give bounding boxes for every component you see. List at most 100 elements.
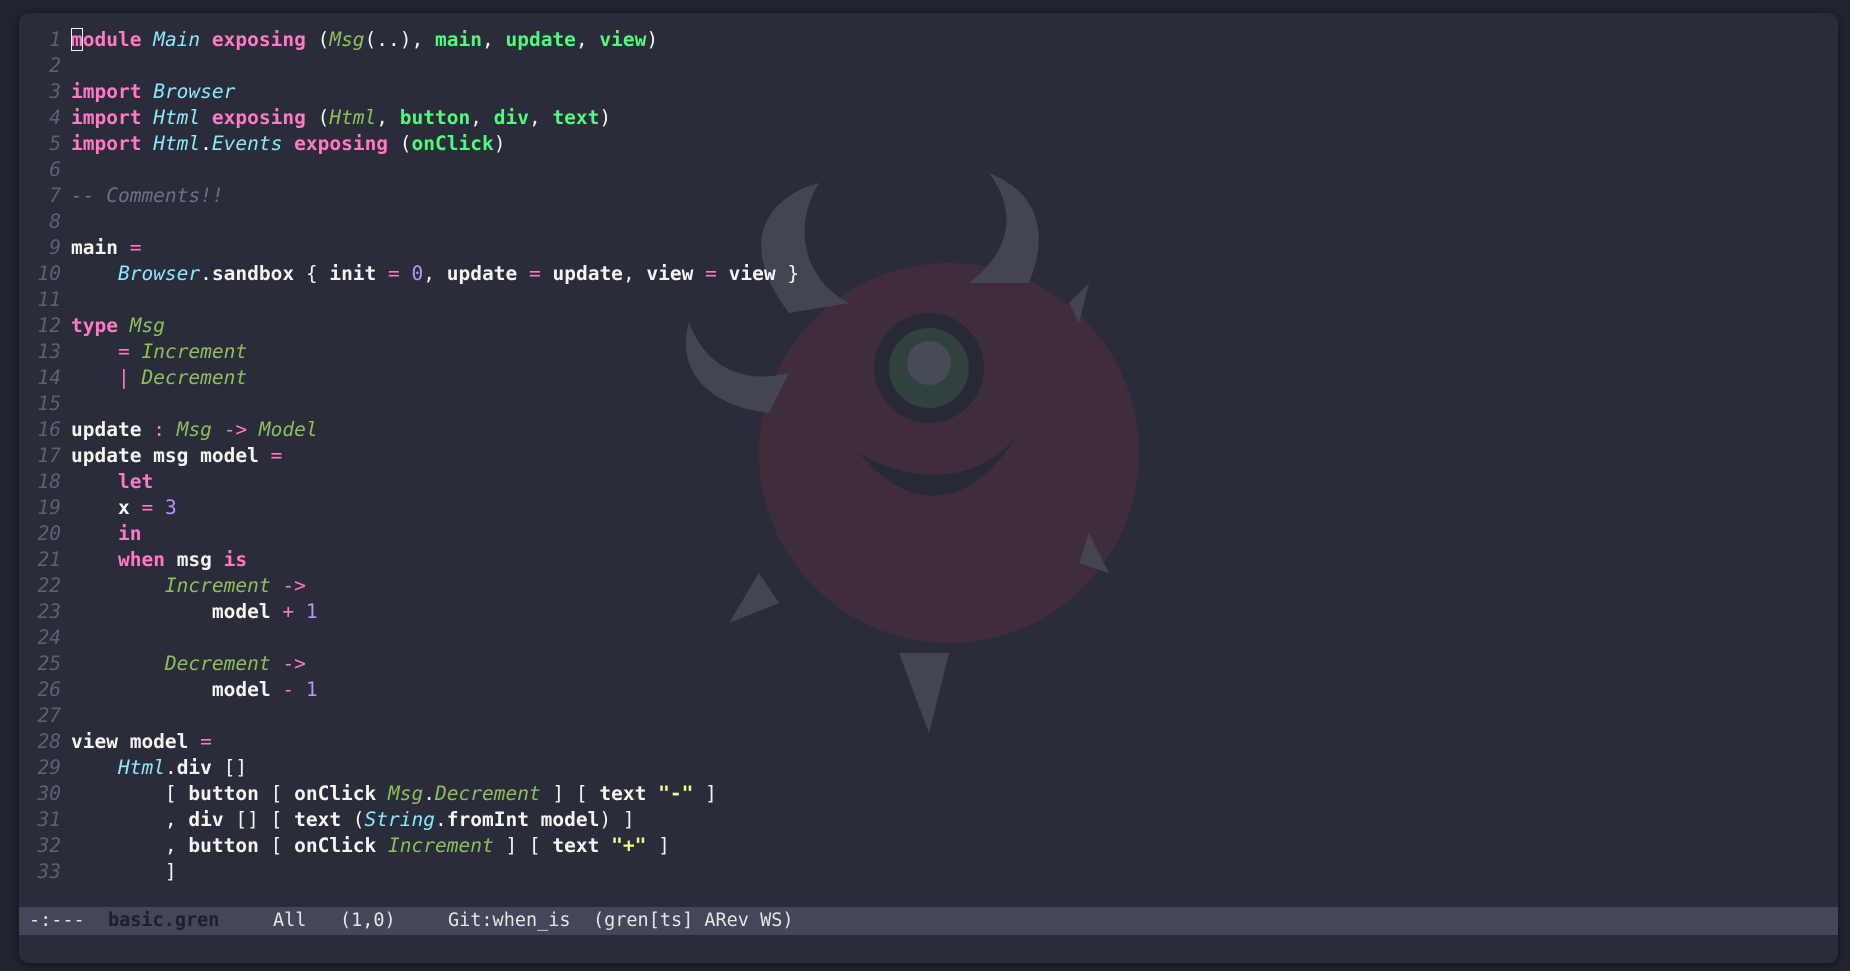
code-line[interactable]: 6 (19, 157, 799, 183)
code-token: model (211, 678, 271, 701)
code-token: , (481, 28, 506, 51)
code-line[interactable]: 13 = Increment (19, 339, 799, 365)
code-token: update (552, 262, 623, 285)
code-token: . (164, 756, 177, 779)
line-code: import Html.Events exposing (onClick) (71, 131, 505, 157)
code-line[interactable]: 17 update msg model = (19, 443, 799, 469)
code-line[interactable]: 26 model - 1 (19, 677, 799, 703)
line-number: 12 (37, 314, 61, 337)
code-line[interactable]: 14 | Decrement (19, 365, 799, 391)
code-line[interactable]: 11 (19, 287, 799, 313)
line-number: 4 (49, 106, 61, 129)
code-line[interactable]: 22 Increment -> (19, 573, 799, 599)
code-token: = (705, 262, 717, 285)
code-token: (..), (364, 28, 436, 51)
code-line[interactable]: 31 , div [] [ text (String.fromInt model… (19, 807, 799, 833)
line-number: 7 (49, 184, 61, 207)
code-line[interactable]: 21 when msg is (19, 547, 799, 573)
code-line[interactable]: 30 [ button [ onClick Msg.Decrement ] [ … (19, 781, 799, 807)
code-token: div (493, 106, 529, 129)
line-number: 13 (37, 340, 61, 363)
code-line[interactable]: 19 x = 3 (19, 495, 799, 521)
code-line[interactable]: 12 type Msg (19, 313, 799, 339)
code-token: update (446, 262, 518, 285)
code-buffer[interactable]: 1 module Main exposing (Msg(..), main, up… (19, 13, 1838, 907)
code-line[interactable]: 20 in (19, 521, 799, 547)
code-token: view (728, 262, 776, 285)
line-code: view model = (71, 729, 212, 755)
line-code: Increment -> (71, 573, 306, 599)
code-line[interactable]: 2 (19, 53, 799, 79)
line-number: 22 (37, 574, 61, 597)
code-token: Html (117, 756, 165, 779)
code-token: . (423, 782, 436, 805)
code-line[interactable]: 27 (19, 703, 799, 729)
modeline-filename[interactable]: basic.gren (108, 907, 219, 935)
code-token: import (71, 80, 142, 103)
code-token: , (71, 808, 189, 831)
code-line[interactable]: 32 , button [ onClick Increment ] [ text… (19, 833, 799, 859)
echo-area[interactable] (19, 935, 1838, 963)
code-line[interactable]: 24 (19, 625, 799, 651)
code-token: Html (153, 132, 201, 155)
code-line[interactable]: 28 view model = (19, 729, 799, 755)
code-line[interactable]: 3 import Browser (19, 79, 799, 105)
code-line[interactable]: 5 import Html.Events exposing (onClick) (19, 131, 799, 157)
code-token: ] [ (493, 834, 553, 857)
code-token: String (364, 808, 435, 831)
text-cursor: m (71, 28, 83, 51)
code-line[interactable]: 10 Browser.sandbox { init = 0, update = … (19, 261, 800, 287)
code-token: ) (646, 28, 659, 51)
line-code: Browser.sandbox { init = 0, update = upd… (71, 261, 799, 287)
code-line[interactable]: 18 let (19, 469, 799, 495)
code-line[interactable]: 9 main = (19, 235, 799, 261)
modeline-vcs-branch[interactable]: Git:when_is (448, 907, 571, 935)
line-code: ] (71, 859, 177, 885)
code-token: view (646, 262, 694, 285)
code-lines: 1 module Main exposing (Msg(..), main, up… (19, 27, 799, 885)
code-token: . (200, 132, 212, 155)
line-number: 30 (37, 782, 61, 805)
code-token: , (528, 106, 553, 129)
code-line[interactable]: 1 module Main exposing (Msg(..), main, up… (19, 27, 799, 53)
code-token: ) (599, 106, 612, 129)
code-line[interactable]: 16 update : Msg -> Model (19, 417, 799, 443)
code-token: button (399, 106, 471, 129)
code-token: module (71, 28, 142, 51)
code-token: 3 (164, 496, 177, 519)
code-line[interactable]: 15 (19, 391, 799, 417)
modeline-modes[interactable]: (gren[ts] ARev WS) (593, 907, 793, 935)
modeline-position: (1,0) (340, 910, 396, 931)
code-line[interactable]: 23 model + 1 (19, 599, 799, 625)
line-number: 26 (37, 678, 61, 701)
code-token: import (71, 106, 142, 129)
code-token: exposing (294, 132, 389, 155)
code-line[interactable]: 8 (19, 209, 799, 235)
code-line[interactable]: 33 ] (19, 859, 799, 885)
line-code: when msg is (71, 547, 247, 573)
code-token: button (188, 782, 259, 805)
code-line[interactable]: 4 import Html exposing (Html, button, div… (19, 105, 799, 131)
code-token: Msg (329, 28, 365, 51)
code-token: [] [ (223, 808, 295, 831)
code-line[interactable]: 29 Html.div [] (19, 755, 799, 781)
code-line[interactable]: 7 -- Comments!! (19, 183, 799, 209)
code-token: -- Comments!! (71, 184, 224, 207)
code-line[interactable]: 25 Decrement -> (19, 651, 799, 677)
line-code: | Decrement (71, 365, 247, 391)
